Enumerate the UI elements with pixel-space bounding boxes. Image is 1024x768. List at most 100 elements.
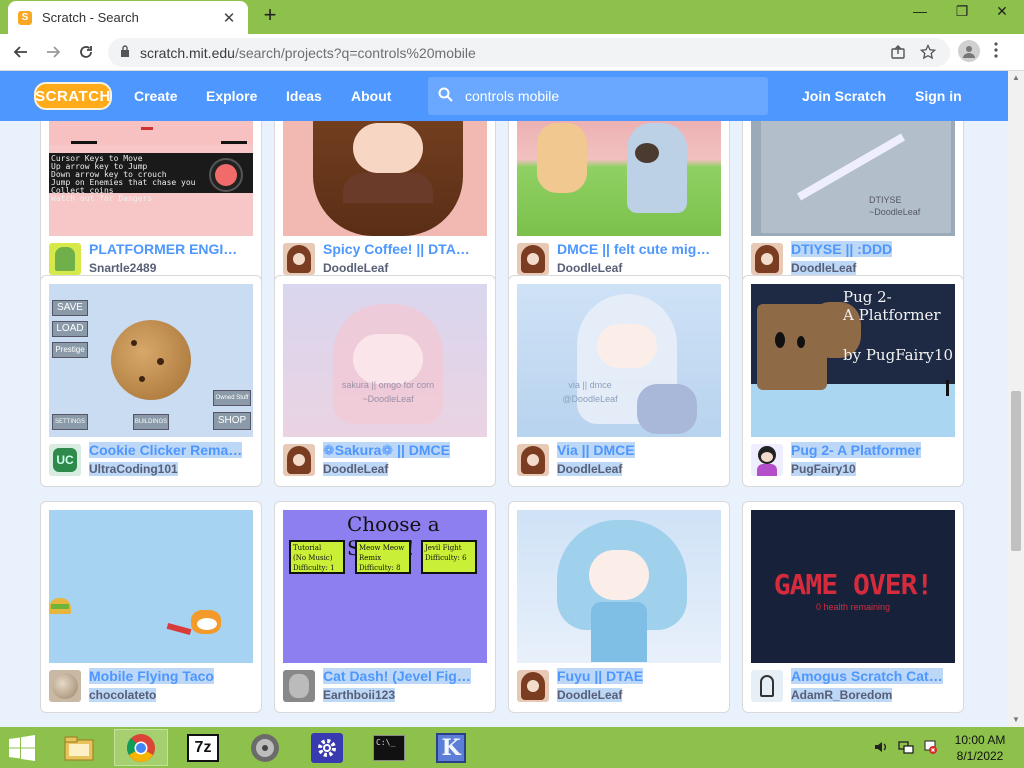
project-card[interactable]: Choose a Song!! Tutorial (No Music) Diff…: [274, 501, 496, 713]
project-author[interactable]: AdamR_Boredom: [791, 688, 893, 702]
avatar[interactable]: UC: [49, 444, 81, 476]
project-author[interactable]: Earthboii123: [323, 688, 396, 702]
avatar[interactable]: [751, 243, 783, 275]
project-thumbnail[interactable]: SAVE LOAD Prestige Owned Stuff SETTINGS …: [49, 284, 253, 437]
scrollbar-thumb[interactable]: [1011, 391, 1021, 551]
media-icon[interactable]: [238, 729, 292, 766]
thumb-text: via || dmce: [568, 380, 612, 390]
project-title[interactable]: Pug 2- A Platformer: [791, 442, 959, 458]
minimize-button[interactable]: —: [900, 0, 940, 22]
project-title[interactable]: Via || DMCE: [557, 442, 725, 458]
avatar[interactable]: [751, 444, 783, 476]
k-app-icon[interactable]: K: [424, 729, 478, 766]
project-card[interactable]: SAVE LOAD Prestige Owned Stuff SETTINGS …: [40, 275, 262, 487]
project-title[interactable]: Spicy Coffee! || DTA…: [323, 241, 491, 257]
page-scrollbar[interactable]: ▲ ▼: [1008, 71, 1024, 727]
network-icon[interactable]: [898, 739, 914, 758]
action-center-icon[interactable]: [922, 739, 938, 758]
nav-create[interactable]: Create: [134, 88, 178, 104]
project-title[interactable]: DMCE || felt cute mig…: [557, 241, 725, 257]
project-author[interactable]: DoodleLeaf: [323, 462, 389, 476]
project-title[interactable]: PLATFORMER ENGI…: [89, 241, 257, 257]
sign-in-link[interactable]: Sign in: [915, 88, 962, 104]
avatar[interactable]: [283, 243, 315, 275]
thumb-text: GAME OVER!: [773, 568, 934, 601]
avatar[interactable]: [751, 670, 783, 702]
nav-about[interactable]: About: [351, 88, 391, 104]
system-clock[interactable]: 10:00 AM 8/1/2022: [950, 732, 1010, 764]
project-info: Cat Dash! (Jevel Fig… Earthboii123: [283, 668, 493, 708]
project-card[interactable]: sakura || omgo for corn ~DoodleLeaf ❁Sak…: [274, 275, 496, 487]
project-title[interactable]: DTIYSE || :DDD: [791, 241, 959, 257]
project-thumbnail[interactable]: Pug 2- A Platformer by PugFairy10: [751, 284, 955, 437]
project-card[interactable]: Mobile Flying Taco chocolateto: [40, 501, 262, 713]
chrome-icon[interactable]: [114, 729, 168, 766]
project-thumbnail[interactable]: [517, 121, 721, 236]
avatar[interactable]: [517, 243, 549, 275]
project-thumbnail[interactable]: Cursor Keys to Move Up arrow key to Jump…: [49, 121, 253, 236]
project-card[interactable]: GAME OVER! 0 health remaining Amogus Scr…: [742, 501, 964, 713]
scratch-logo[interactable]: SCRATCH: [34, 82, 112, 110]
terminal-icon[interactable]: C:\_: [362, 729, 416, 766]
project-author[interactable]: DoodleLeaf: [557, 261, 622, 275]
project-author[interactable]: chocolateto: [89, 688, 157, 702]
windows-start-icon[interactable]: [8, 735, 36, 761]
avatar[interactable]: [49, 670, 81, 702]
volume-icon[interactable]: [873, 739, 889, 758]
project-card[interactable]: Pug 2- A Platformer by PugFairy10 Pug 2-…: [742, 275, 964, 487]
nav-explore[interactable]: Explore: [206, 88, 257, 104]
project-title[interactable]: Cookie Clicker Rema…: [89, 442, 257, 458]
project-author[interactable]: UltraCoding101: [89, 462, 178, 476]
project-title[interactable]: Fuyu || DTAE: [557, 668, 725, 684]
project-title[interactable]: Mobile Flying Taco: [89, 668, 257, 684]
reload-icon[interactable]: [73, 39, 99, 65]
profile-icon[interactable]: [958, 40, 980, 62]
project-title[interactable]: Amogus Scratch Cat…: [791, 668, 959, 684]
project-card[interactable]: via || dmce @DoodleLeaf Via || DMCE Dood…: [508, 275, 730, 487]
tab-close-icon[interactable]: ✕: [220, 9, 238, 27]
project-title[interactable]: ❁Sakura❁ || DMCE: [323, 442, 491, 459]
project-thumbnail[interactable]: [517, 510, 721, 663]
join-scratch-link[interactable]: Join Scratch: [802, 88, 886, 104]
project-author[interactable]: DoodleLeaf: [557, 688, 623, 702]
settings-icon[interactable]: [300, 729, 354, 766]
scroll-up-icon[interactable]: ▲: [1008, 71, 1024, 85]
project-thumbnail[interactable]: [49, 510, 253, 663]
new-tab-button[interactable]: +: [258, 4, 282, 28]
avatar[interactable]: [283, 444, 315, 476]
project-title[interactable]: Cat Dash! (Jevel Fig…: [323, 668, 491, 684]
avatar[interactable]: [49, 243, 81, 275]
nav-ideas[interactable]: Ideas: [286, 88, 322, 104]
forward-icon[interactable]: [40, 39, 66, 65]
share-icon[interactable]: [890, 44, 906, 64]
project-author[interactable]: DoodleLeaf: [323, 261, 388, 275]
restore-button[interactable]: ❐: [942, 0, 982, 22]
project-thumbnail[interactable]: GAME OVER! 0 health remaining: [751, 510, 955, 663]
project-author[interactable]: Snartle2489: [89, 261, 156, 275]
clock-date: 8/1/2022: [956, 749, 1004, 763]
avatar[interactable]: [517, 444, 549, 476]
project-thumbnail[interactable]: via || dmce @DoodleLeaf: [517, 284, 721, 437]
project-thumbnail[interactable]: [283, 121, 487, 236]
7zip-icon[interactable]: 7z: [176, 729, 230, 766]
file-explorer-icon[interactable]: [52, 729, 106, 766]
browser-tab[interactable]: S Scratch - Search ✕: [8, 1, 248, 34]
project-card[interactable]: Fuyu || DTAE DoodleLeaf: [508, 501, 730, 713]
project-thumbnail[interactable]: DTIYSE ~DoodleLeaf: [751, 121, 955, 236]
selected-text: DTIYSE || :DDD: [791, 241, 893, 257]
menu-icon[interactable]: [994, 42, 998, 63]
avatar[interactable]: [517, 670, 549, 702]
address-bar[interactable]: scratch.mit.edu/search/projects?q=contro…: [108, 38, 950, 67]
project-thumbnail[interactable]: Choose a Song!! Tutorial (No Music) Diff…: [283, 510, 487, 663]
project-author[interactable]: DoodleLeaf: [557, 462, 623, 476]
project-author[interactable]: PugFairy10: [791, 462, 856, 476]
back-icon[interactable]: [8, 39, 34, 65]
scroll-down-icon[interactable]: ▼: [1008, 713, 1024, 727]
scratch-favicon-icon: S: [18, 10, 32, 25]
scratch-search-input[interactable]: controls mobile: [428, 77, 768, 115]
bookmark-star-icon[interactable]: [919, 43, 937, 64]
avatar[interactable]: [283, 670, 315, 702]
close-window-button[interactable]: ✕: [982, 0, 1022, 22]
project-thumbnail[interactable]: sakura || omgo for corn ~DoodleLeaf: [283, 284, 487, 437]
project-author[interactable]: DoodleLeaf: [791, 261, 857, 275]
